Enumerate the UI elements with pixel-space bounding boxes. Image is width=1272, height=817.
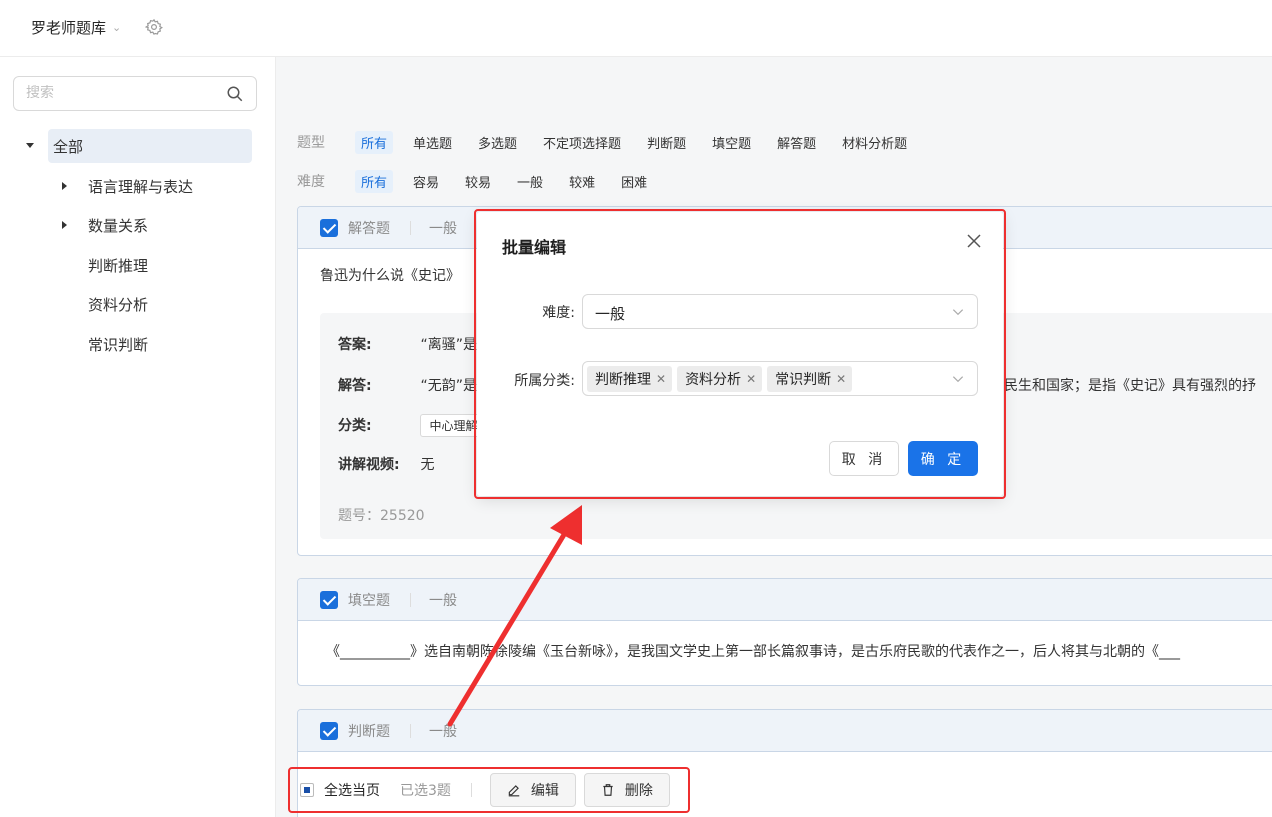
difficulty-select[interactable]: 一般 xyxy=(582,294,978,329)
category-field-label: 所属分类: xyxy=(514,373,575,389)
chevron-down-icon xyxy=(952,309,964,316)
chip-label: 资料分析 xyxy=(685,372,742,388)
remove-chip-icon[interactable]: ✕ xyxy=(746,372,756,386)
dialog-title: 批量编辑 xyxy=(502,238,567,257)
remove-chip-icon[interactable]: ✕ xyxy=(656,372,666,386)
chip-label: 常识判断 xyxy=(775,372,832,388)
remove-chip-icon[interactable]: ✕ xyxy=(836,372,846,386)
cancel-button[interactable]: 取 消 xyxy=(829,441,899,476)
category-chip: 资料分析 ✕ xyxy=(677,366,763,392)
difficulty-select-value: 一般 xyxy=(595,305,626,323)
category-multiselect[interactable]: 判断推理 ✕ 资料分析 ✕ 常识判断 ✕ xyxy=(582,361,978,396)
close-icon[interactable] xyxy=(965,232,983,250)
category-chip: 常识判断 ✕ xyxy=(767,366,853,392)
difficulty-field-label: 难度: xyxy=(542,305,575,321)
batch-edit-dialog: 批量编辑 难度: 一般 所属分类: 判断推理 ✕ 资料分析 ✕ 常识判断 ✕ 取… xyxy=(477,212,1003,496)
confirm-button[interactable]: 确 定 xyxy=(908,441,978,476)
chip-label: 判断推理 xyxy=(595,372,651,388)
category-chip: 判断推理 ✕ xyxy=(587,366,673,392)
chevron-down-icon xyxy=(952,376,964,383)
